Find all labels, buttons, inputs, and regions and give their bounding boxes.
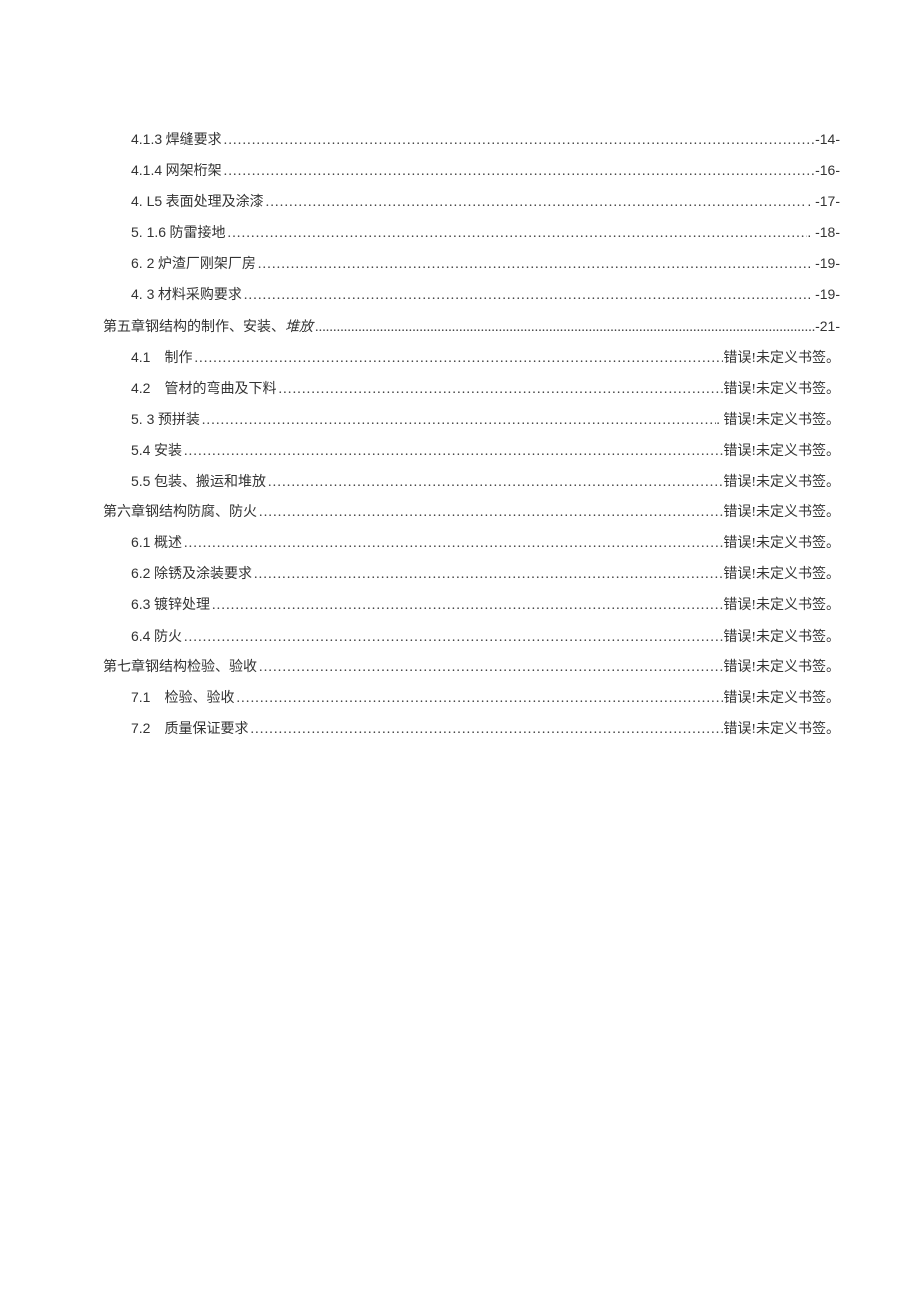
toc-leader — [200, 411, 716, 431]
toc-entry: 6. 2 炉渣厂刚架厂房 . -19- — [103, 254, 840, 275]
toc-leader — [264, 193, 808, 213]
toc-label: 4. L5 表面处理及涂漆 — [131, 192, 264, 213]
toc-entry: 4.1.4 网架桁架 -16- — [103, 161, 840, 182]
toc-page: 错误!未定义书签。 — [723, 534, 840, 554]
toc-label: 7.1检验、验收 — [131, 688, 234, 709]
toc-label: 5.4 安装 — [131, 441, 182, 462]
toc-leader — [313, 318, 815, 338]
toc-page: 错误!未定义书签。 — [723, 442, 840, 462]
toc-entry: 4. 3 材料采购要求 . -19- — [103, 285, 840, 306]
toc-leader — [257, 503, 723, 523]
toc-page: 错误!未定义书签。 — [723, 503, 840, 523]
toc-chapter: 第五章钢结构的制作、安装、堆放 -21- — [103, 317, 840, 338]
toc-label: 5.5 包装、搬运和堆放 — [131, 472, 266, 493]
toc-entry: 5.5 包装、搬运和堆放 错误!未定义书签。 — [103, 472, 840, 493]
toc-label: 4.1.3 焊缝要求 — [131, 130, 222, 151]
toc-leader — [256, 255, 807, 275]
toc-label: 第七章钢结构检验、验收 — [103, 658, 257, 678]
toc-entry: 4.1制作 错误!未定义书签。 — [103, 348, 840, 369]
toc-leader — [252, 565, 723, 585]
toc-chapter: 第六章钢结构防腐、防火 错误!未定义书签。 — [103, 503, 840, 523]
toc-page: 错误!未定义书签。 — [723, 596, 840, 616]
toc-page: 错误!未定义书签。 — [723, 720, 840, 740]
toc-leader — [222, 131, 815, 151]
toc-leader — [182, 628, 723, 648]
toc-entry: 6.1 概述 错误!未定义书签。 — [103, 533, 840, 554]
toc-leader — [192, 349, 723, 369]
toc-page: . -19- — [807, 285, 840, 305]
toc-leader — [222, 162, 815, 182]
toc-page: . 错误!未定义书签。 — [716, 411, 840, 431]
toc-page: -14- — [815, 130, 840, 150]
toc-entry: 6.2 除锈及涂装要求 错误!未定义书签。 — [103, 564, 840, 585]
toc-page: 错误!未定义书签。 — [723, 689, 840, 709]
toc-page: 错误!未定义书签。 — [723, 380, 840, 400]
toc-label: 4.1.4 网架桁架 — [131, 161, 222, 182]
toc-page: 错误!未定义书签。 — [723, 565, 840, 585]
toc-label: 5. 3 预拼装 — [131, 410, 200, 431]
toc-label: 第五章钢结构的制作、安装、堆放 — [103, 318, 313, 338]
toc-label: 5. 1.6 防雷接地 — [131, 223, 226, 244]
toc-leader — [242, 286, 807, 306]
toc-leader — [234, 689, 723, 709]
toc-label: 4.2管材的弯曲及下料 — [131, 379, 276, 400]
toc-entry: 6.3 镀锌处理 错误!未定义书签。 — [103, 595, 840, 616]
toc-entry: 4. L5 表面处理及涂漆 . -17- — [103, 192, 840, 213]
toc-page: . -17- — [807, 192, 840, 212]
toc-leader — [182, 442, 723, 462]
toc-label: 6.3 镀锌处理 — [131, 595, 210, 616]
toc-chapter: 第七章钢结构检验、验收 错误!未定义书签。 — [103, 658, 840, 678]
toc-label: 4.1制作 — [131, 348, 192, 369]
toc-entry: 5. 3 预拼装 . 错误!未定义书签。 — [103, 410, 840, 431]
toc-page: -21- — [815, 317, 840, 337]
toc-entry: 7.2质量保证要求 错误!未定义书签。 — [103, 719, 840, 740]
toc-entry: 5. 1.6 防雷接地 . -18- — [103, 223, 840, 244]
toc-label: 6.1 概述 — [131, 533, 182, 554]
toc-leader — [210, 596, 723, 616]
toc-leader — [182, 534, 723, 554]
toc-label: 6.4 防火 — [131, 627, 182, 648]
toc-page: 错误!未定义书签。 — [723, 658, 840, 678]
toc-page: 错误!未定义书签。 — [723, 628, 840, 648]
toc-page: . -18- — [807, 223, 840, 243]
toc-leader — [257, 658, 723, 678]
toc-label: 7.2质量保证要求 — [131, 719, 248, 740]
toc-entry: 7.1检验、验收 错误!未定义书签。 — [103, 688, 840, 709]
toc-entry: 4.2管材的弯曲及下料 错误!未定义书签。 — [103, 379, 840, 400]
toc-leader — [226, 224, 808, 244]
toc-page: 错误!未定义书签。 — [723, 473, 840, 493]
toc-page: . -19- — [807, 254, 840, 274]
toc-entry: 6.4 防火 错误!未定义书签。 — [103, 627, 840, 648]
document-page: 4.1.3 焊缝要求 -14- 4.1.4 网架桁架 -16- 4. L5 表面… — [0, 0, 920, 1301]
toc-leader — [248, 720, 723, 740]
toc-leader — [266, 473, 723, 493]
toc-label: 6. 2 炉渣厂刚架厂房 — [131, 254, 256, 275]
toc-label: 第六章钢结构防腐、防火 — [103, 503, 257, 523]
toc-page: -16- — [815, 161, 840, 181]
toc-entry: 5.4 安装 错误!未定义书签。 — [103, 441, 840, 462]
toc-page: 错误!未定义书签。 — [723, 349, 840, 369]
toc-leader — [276, 380, 723, 400]
toc-entry: 4.1.3 焊缝要求 -14- — [103, 130, 840, 151]
toc-label: 4. 3 材料采购要求 — [131, 285, 242, 306]
toc-label: 6.2 除锈及涂装要求 — [131, 564, 252, 585]
